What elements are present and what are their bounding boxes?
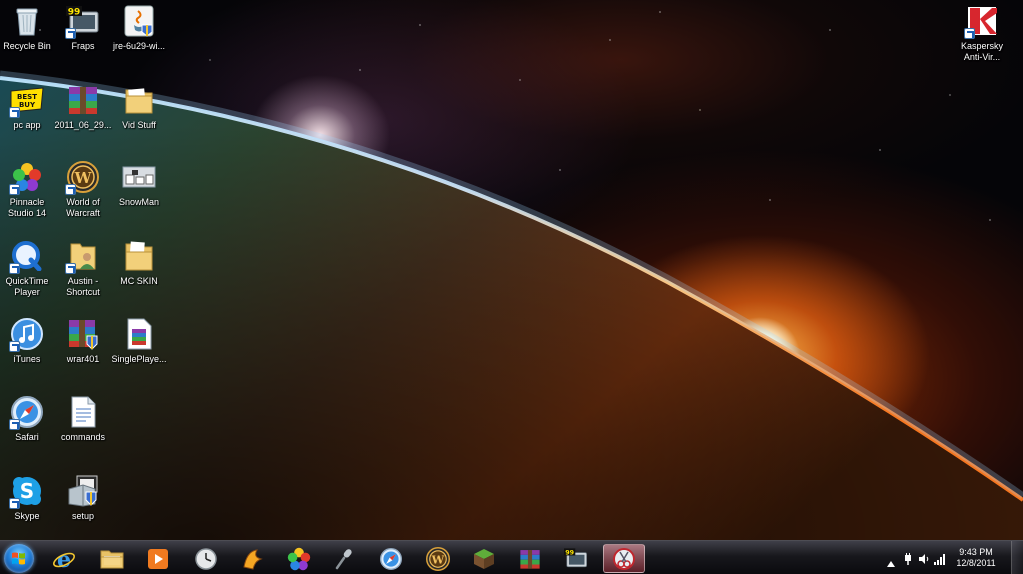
taskbar-winrar[interactable] — [510, 544, 550, 573]
desktop-icon-setup[interactable]: setup — [47, 474, 119, 544]
world-of-warcraft-icon: W — [65, 160, 100, 195]
winrar-installer-icon — [66, 317, 100, 351]
desktop-icon-label: MC SKIN — [120, 276, 158, 286]
shortcut-arrow-icon — [9, 107, 20, 118]
skype-icon: S — [9, 474, 44, 509]
power-plug-icon — [905, 553, 911, 565]
folder-icon — [122, 239, 156, 273]
desktop-icon-label: SinglePlaye... — [111, 354, 167, 364]
svg-text:BUY: BUY — [19, 101, 36, 109]
java-installer-icon — [122, 4, 156, 38]
winrar-icon — [518, 547, 542, 571]
taskbar-world-of-warcraft[interactable]: W — [418, 544, 458, 573]
shortcut-arrow-icon — [65, 263, 76, 274]
clock-icon — [194, 547, 218, 571]
show-desktop-button[interactable] — [1011, 541, 1023, 574]
kaspersky-icon — [964, 4, 999, 39]
desktop-icon-label: commands — [60, 432, 105, 442]
fraps-badge: 99 — [68, 8, 81, 18]
tray-network-icon[interactable] — [934, 552, 946, 565]
show-hidden-icons-button[interactable] — [887, 554, 895, 567]
taskbar-winamp[interactable] — [233, 544, 273, 573]
taskbar-windows-explorer[interactable] — [92, 544, 132, 573]
shortcut-arrow-icon — [9, 263, 20, 274]
desktop-icon-jre-installer[interactable]: jre-6u29-wi... — [103, 4, 175, 74]
internet-explorer-icon: e — [52, 547, 76, 571]
shortcut-arrow-icon — [9, 498, 20, 509]
user-folder-shortcut-icon — [65, 239, 100, 274]
desktop-icon-snowman[interactable]: SnowMan — [103, 160, 175, 230]
system-tray: 9:43 PM 12/8/2011 — [883, 541, 1023, 574]
folder-icon — [100, 547, 124, 571]
chevron-up-icon — [887, 561, 895, 567]
desktop-icon-label: Kaspersky Anti-Vir... — [960, 41, 1004, 62]
text-document-icon — [66, 395, 100, 429]
svg-text:e: e — [57, 547, 71, 571]
tray-clock[interactable]: 9:43 PM 12/8/2011 — [950, 547, 1002, 569]
desktop-icon-label: SnowMan — [118, 197, 160, 207]
world-of-warcraft-icon: W — [426, 546, 450, 571]
taskbar-minecraft[interactable] — [464, 544, 504, 573]
setup-installer-icon — [66, 474, 100, 508]
taskbar: e W 99 9:43 PM 12/8/2011 — [0, 540, 1023, 574]
archive-file-icon — [122, 317, 156, 351]
tray-volume-icon[interactable] — [918, 552, 930, 564]
clock-time: 9:43 PM — [959, 547, 993, 557]
safari-icon — [9, 395, 44, 430]
desktop-icon-label: Vid Stuff — [122, 120, 156, 130]
fraps-icon: 99 — [564, 547, 588, 571]
signal-bars-icon — [934, 554, 945, 565]
best-buy-icon: BEST BUY — [9, 83, 44, 118]
taskbar-snipping-tool[interactable] — [603, 544, 645, 573]
svg-text:S: S — [20, 479, 34, 503]
desktop-icon-vid-stuff[interactable]: Vid Stuff — [103, 83, 175, 153]
shortcut-arrow-icon — [65, 184, 76, 195]
start-button[interactable] — [4, 544, 34, 573]
svg-text:W: W — [431, 552, 445, 566]
clock-date: 12/8/2011 — [956, 558, 996, 568]
speaker-icon — [919, 554, 929, 564]
taskbar-safari[interactable] — [371, 544, 411, 573]
microphone-icon — [333, 547, 357, 571]
desktop-icon-label: setup — [71, 511, 95, 521]
fraps-icon: 99 — [65, 4, 100, 39]
winrar-archive-icon — [66, 83, 100, 117]
svg-text:BEST: BEST — [17, 93, 37, 101]
taskbar-microphone[interactable] — [325, 544, 365, 573]
windows-logo-icon — [12, 552, 25, 565]
shortcut-arrow-icon — [65, 28, 76, 39]
safari-icon — [379, 547, 403, 571]
winamp-icon — [241, 547, 265, 571]
svg-text:W: W — [74, 169, 93, 187]
pinnacle-studio-icon — [287, 547, 311, 571]
desktop-icon-singleplayer[interactable]: SinglePlaye... — [103, 317, 175, 387]
taskbar-media-player[interactable] — [138, 544, 178, 573]
itunes-icon — [9, 317, 44, 352]
taskbar-internet-explorer[interactable]: e — [44, 544, 84, 573]
shortcut-arrow-icon — [9, 341, 20, 352]
taskbar-fraps[interactable]: 99 — [556, 544, 596, 573]
shortcut-arrow-icon — [9, 184, 20, 195]
snowman-image-icon — [122, 160, 156, 194]
desktop-icon-mc-skin[interactable]: MC SKIN — [103, 239, 175, 309]
taskbar-clock-app[interactable] — [186, 544, 226, 573]
fraps-taskbar-badge: 99 — [565, 549, 574, 556]
minecraft-icon — [472, 547, 496, 571]
desktop-icon-label: jre-6u29-wi... — [112, 41, 166, 51]
quicktime-icon — [9, 239, 44, 274]
shortcut-arrow-icon — [9, 419, 20, 430]
pinnacle-studio-icon — [9, 160, 44, 195]
taskbar-pinnacle-studio[interactable] — [279, 544, 319, 573]
desktop-icon-commands[interactable]: commands — [47, 395, 119, 465]
snipping-tool-icon — [612, 547, 636, 571]
folder-icon — [122, 83, 156, 117]
tray-power-icon[interactable] — [902, 552, 914, 565]
shortcut-arrow-icon — [964, 28, 975, 39]
media-player-icon — [146, 547, 170, 571]
recycle-bin-icon — [10, 4, 44, 38]
desktop-icon-kaspersky[interactable]: Kaspersky Anti-Vir... — [946, 4, 1018, 74]
